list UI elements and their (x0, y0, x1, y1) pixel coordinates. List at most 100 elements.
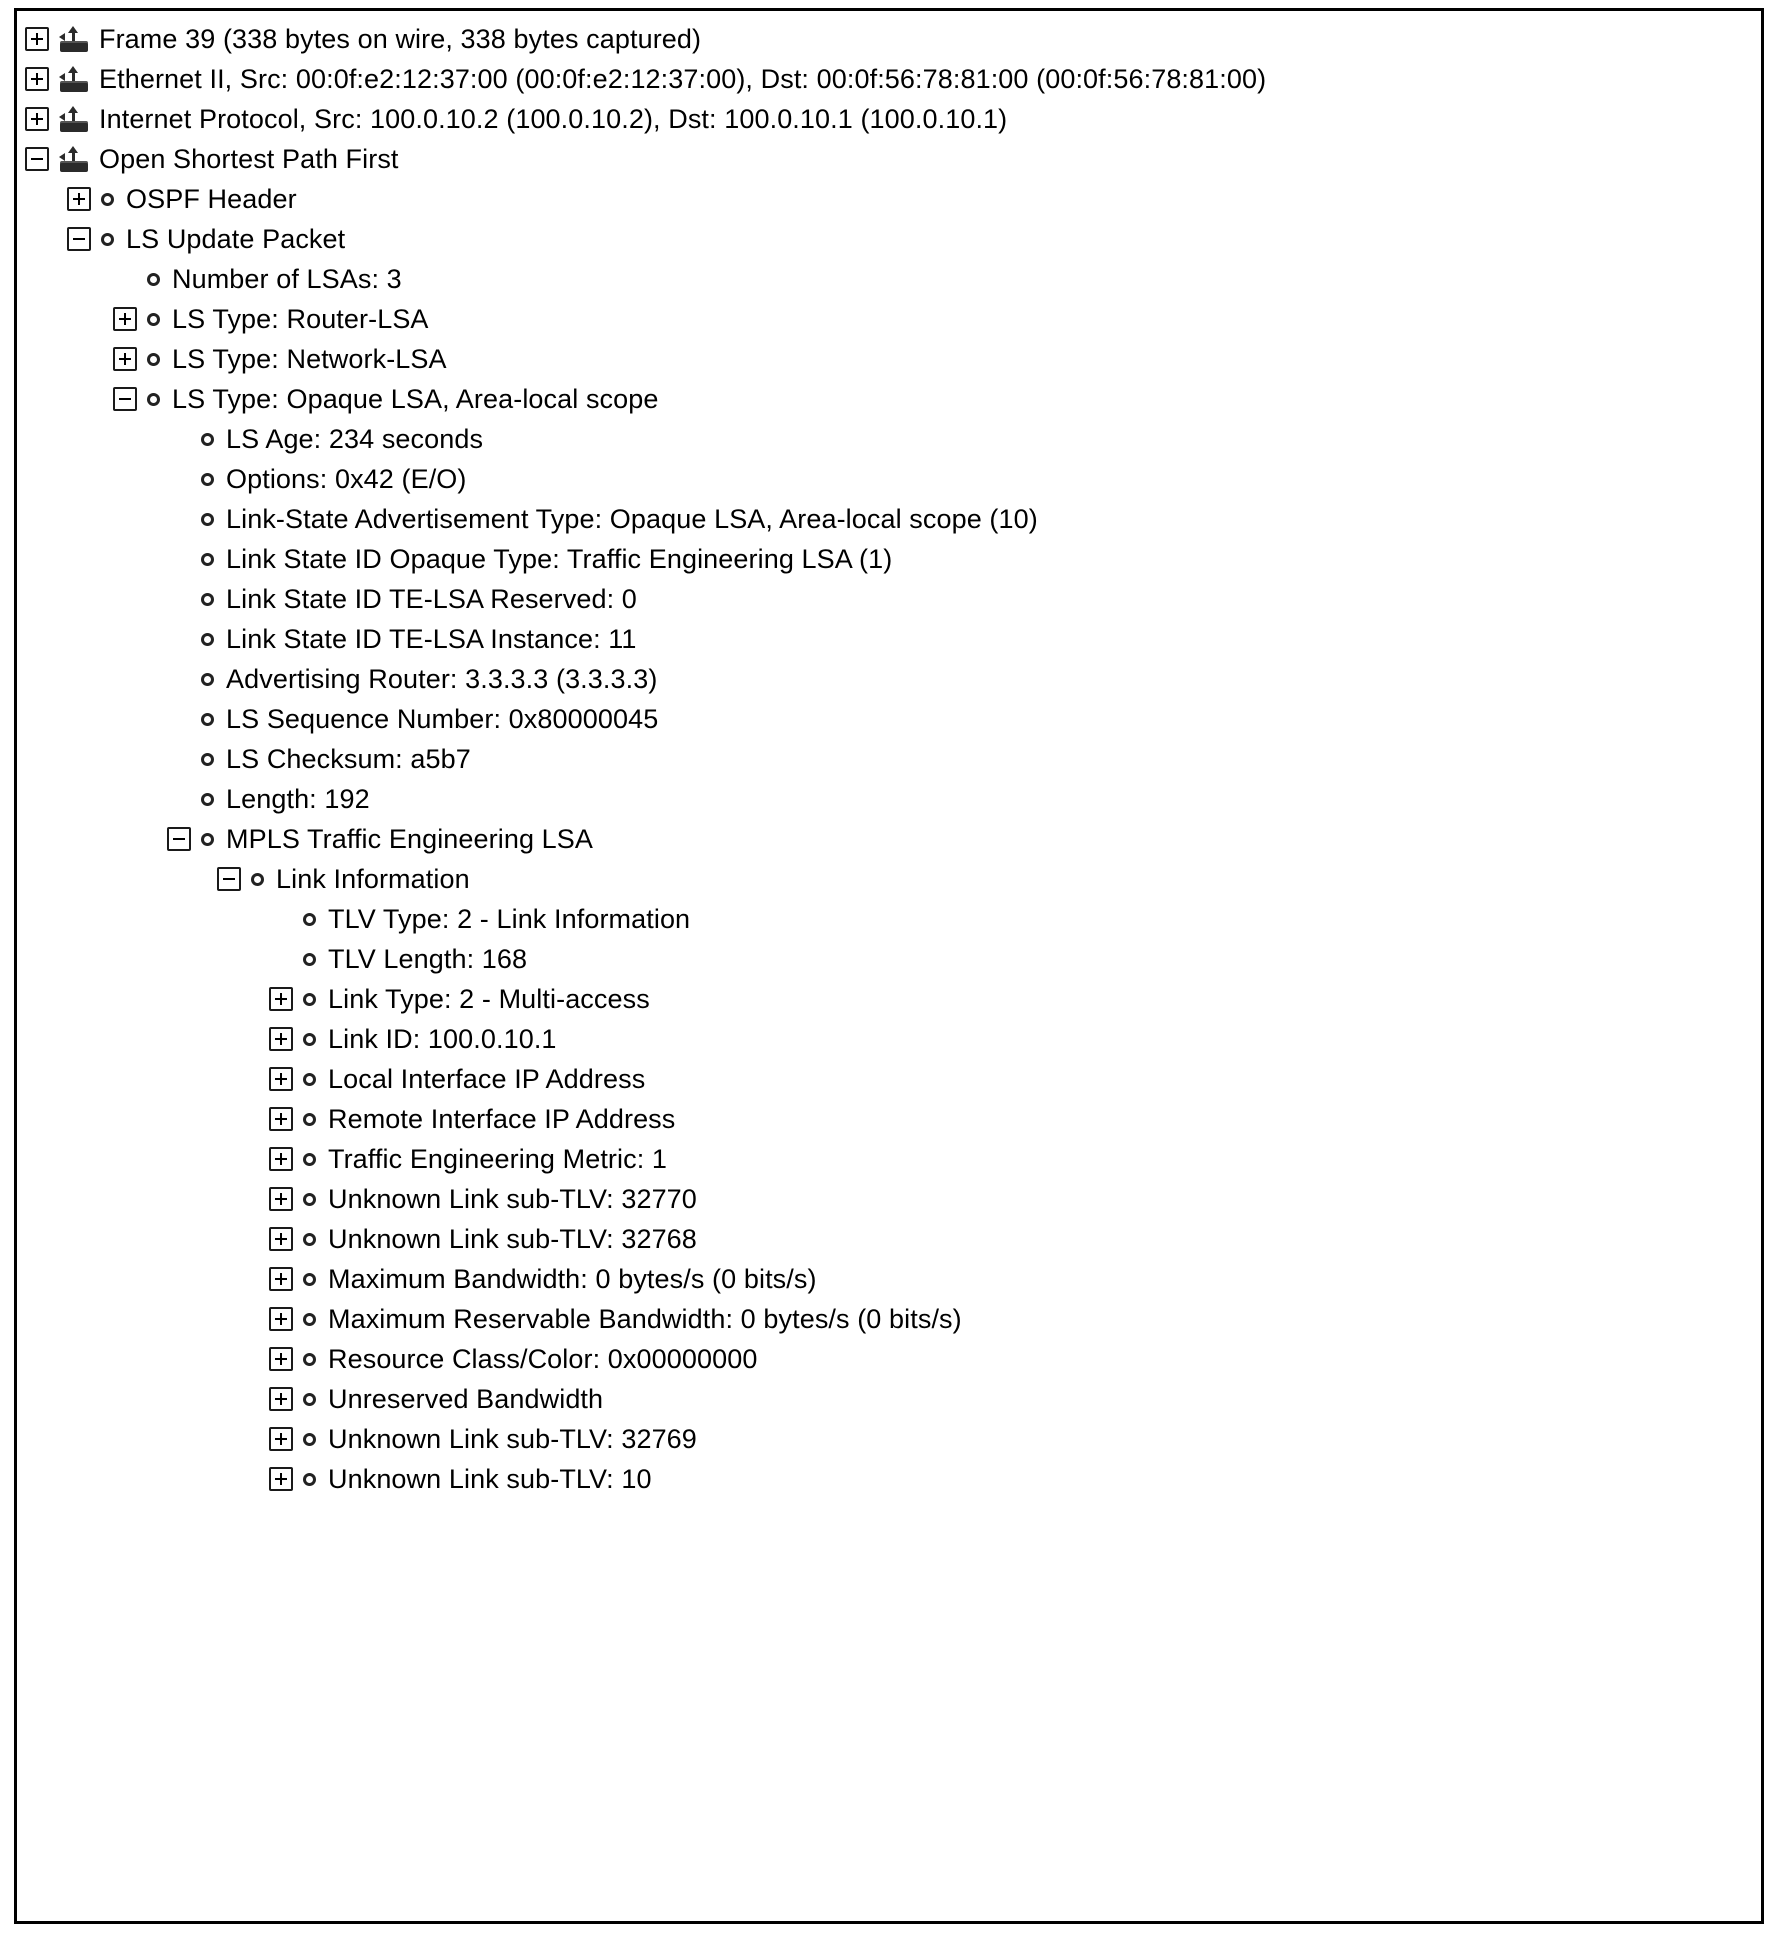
tree-row-ls-type-router-lsa[interactable]: LS Type: Router-LSA (17, 299, 1761, 339)
field-bullet-icon (147, 392, 160, 406)
field-bullet-icon (303, 1352, 316, 1366)
tree-row-maximum-bandwidth[interactable]: Maximum Bandwidth: 0 bytes/s (0 bits/s) (17, 1259, 1761, 1299)
tree-row-unknown-link-sub-tlv-32768[interactable]: Unknown Link sub-TLV: 32768 (17, 1219, 1761, 1259)
tree-row-remote-interface-ip-address[interactable]: Remote Interface IP Address (17, 1099, 1761, 1139)
collapse-icon[interactable] (25, 147, 49, 171)
tree-row-ls-age[interactable]: LS Age: 234 seconds (17, 419, 1761, 459)
tree-row-number-of-lsas[interactable]: Number of LSAs: 3 (17, 259, 1761, 299)
expand-icon[interactable] (269, 1187, 293, 1211)
tree-row-local-interface-ip-address[interactable]: Local Interface IP Address (17, 1059, 1761, 1099)
tree-row-ls-checksum[interactable]: LS Checksum: a5b7 (17, 739, 1761, 779)
tree-indent-spacer (17, 199, 67, 200)
tree-indent-spacer (17, 479, 167, 480)
tree-row-link-state-id-te-lsa-instance[interactable]: Link State ID TE-LSA Instance: 11 (17, 619, 1761, 659)
tree-row-maximum-reservable-bandwidth[interactable]: Maximum Reservable Bandwidth: 0 bytes/s … (17, 1299, 1761, 1339)
expand-icon[interactable] (269, 1347, 293, 1371)
toggle-placeholder (167, 427, 191, 451)
field-bullet-icon (303, 1072, 316, 1086)
tree-row-link-information[interactable]: Link Information (17, 859, 1761, 899)
tree-row-link-state-id-te-lsa-reserved[interactable]: Link State ID TE-LSA Reserved: 0 (17, 579, 1761, 619)
tree-row-frame[interactable]: Frame 39 (338 bytes on wire, 338 bytes c… (17, 19, 1761, 59)
tree-row-label: LS Age: 234 seconds (226, 424, 484, 454)
tree-indent-spacer (17, 1119, 269, 1120)
tree-row-label: TLV Length: 168 (328, 944, 528, 974)
tree-indent-spacer (17, 1439, 269, 1440)
packet-details-panel: Frame 39 (338 bytes on wire, 338 bytes c… (14, 8, 1764, 1924)
expand-icon[interactable] (269, 1227, 293, 1251)
expand-icon[interactable] (269, 1427, 293, 1451)
tree-row-unknown-link-sub-tlv-10[interactable]: Unknown Link sub-TLV: 10 (17, 1459, 1761, 1499)
field-bullet-icon (303, 1312, 316, 1326)
tree-row-link-state-advertisement-type[interactable]: Link-State Advertisement Type: Opaque LS… (17, 499, 1761, 539)
tree-row-length[interactable]: Length: 192 (17, 779, 1761, 819)
tree-row-ls-sequence-number[interactable]: LS Sequence Number: 0x80000045 (17, 699, 1761, 739)
toggle-placeholder (167, 547, 191, 571)
tree-row-label: OSPF Header (126, 184, 297, 214)
field-bullet-icon (201, 752, 214, 766)
tree-row-ls-type-network-lsa[interactable]: LS Type: Network-LSA (17, 339, 1761, 379)
expand-icon[interactable] (113, 307, 137, 331)
expand-icon[interactable] (269, 1147, 293, 1171)
collapse-icon[interactable] (67, 227, 91, 251)
tree-indent-spacer (17, 839, 167, 840)
expand-icon[interactable] (113, 347, 137, 371)
tree-row-ospf[interactable]: Open Shortest Path First (17, 139, 1761, 179)
field-bullet-icon (303, 1272, 316, 1286)
tree-indent-spacer (17, 1279, 269, 1280)
tree-row-link-type[interactable]: Link Type: 2 - Multi-access (17, 979, 1761, 1019)
field-bullet-icon (201, 792, 214, 806)
tree-row-label: Traffic Engineering Metric: 1 (328, 1144, 668, 1174)
expand-icon[interactable] (67, 187, 91, 211)
tree-row-tlv-length[interactable]: TLV Length: 168 (17, 939, 1761, 979)
tree-row-tlv-type[interactable]: TLV Type: 2 - Link Information (17, 899, 1761, 939)
tree-indent-spacer (17, 1399, 269, 1400)
expand-icon[interactable] (269, 1387, 293, 1411)
tree-row-label: Unreserved Bandwidth (328, 1384, 604, 1414)
tree-indent-spacer (17, 999, 269, 1000)
expand-icon[interactable] (269, 1467, 293, 1491)
tree-row-label: Ethernet II, Src: 00:0f:e2:12:37:00 (00:… (99, 64, 1267, 94)
tree-indent-spacer (17, 399, 113, 400)
collapse-icon[interactable] (217, 867, 241, 891)
expand-icon[interactable] (269, 987, 293, 1011)
expand-icon[interactable] (269, 1307, 293, 1331)
tree-row-options[interactable]: Options: 0x42 (E/O) (17, 459, 1761, 499)
tree-row-ls-type-opaque-lsa[interactable]: LS Type: Opaque LSA, Area-local scope (17, 379, 1761, 419)
expand-icon[interactable] (25, 67, 49, 91)
field-bullet-icon (201, 472, 214, 486)
collapse-icon[interactable] (113, 387, 137, 411)
field-bullet-icon (303, 1192, 316, 1206)
tree-indent-spacer (17, 439, 167, 440)
field-bullet-icon (201, 712, 214, 726)
expand-icon[interactable] (25, 27, 49, 51)
tree-row-label: Maximum Reservable Bandwidth: 0 bytes/s … (328, 1304, 962, 1334)
tree-row-internet-protocol[interactable]: Internet Protocol, Src: 100.0.10.2 (100.… (17, 99, 1761, 139)
expand-icon[interactable] (25, 107, 49, 131)
tree-row-unknown-link-sub-tlv-32769[interactable]: Unknown Link sub-TLV: 32769 (17, 1419, 1761, 1459)
tree-indent-spacer (17, 79, 25, 80)
tree-row-advertising-router[interactable]: Advertising Router: 3.3.3.3 (3.3.3.3) (17, 659, 1761, 699)
tree-row-traffic-engineering-metric[interactable]: Traffic Engineering Metric: 1 (17, 1139, 1761, 1179)
tree-row-mpls-traffic-engineering-lsa[interactable]: MPLS Traffic Engineering LSA (17, 819, 1761, 859)
tree-row-label: Remote Interface IP Address (328, 1104, 676, 1134)
toggle-placeholder (269, 947, 293, 971)
tree-row-label: Link-State Advertisement Type: Opaque LS… (226, 504, 1038, 534)
toggle-placeholder (113, 267, 137, 291)
tree-row-link-id[interactable]: Link ID: 100.0.10.1 (17, 1019, 1761, 1059)
tree-row-resource-class-color[interactable]: Resource Class/Color: 0x00000000 (17, 1339, 1761, 1379)
expand-icon[interactable] (269, 1267, 293, 1291)
expand-icon[interactable] (269, 1107, 293, 1131)
tree-row-ls-update-packet[interactable]: LS Update Packet (17, 219, 1761, 259)
tree-indent-spacer (17, 759, 167, 760)
expand-icon[interactable] (269, 1027, 293, 1051)
tree-row-ospf-header[interactable]: OSPF Header (17, 179, 1761, 219)
field-bullet-icon (303, 1432, 316, 1446)
field-bullet-icon (201, 592, 214, 606)
tree-row-link-state-id-opaque-type[interactable]: Link State ID Opaque Type: Traffic Engin… (17, 539, 1761, 579)
tree-row-ethernet[interactable]: Ethernet II, Src: 00:0f:e2:12:37:00 (00:… (17, 59, 1761, 99)
expand-icon[interactable] (269, 1067, 293, 1091)
tree-row-unknown-link-sub-tlv-32770[interactable]: Unknown Link sub-TLV: 32770 (17, 1179, 1761, 1219)
tree-row-unreserved-bandwidth[interactable]: Unreserved Bandwidth (17, 1379, 1761, 1419)
tree-indent-spacer (17, 919, 269, 920)
collapse-icon[interactable] (167, 827, 191, 851)
